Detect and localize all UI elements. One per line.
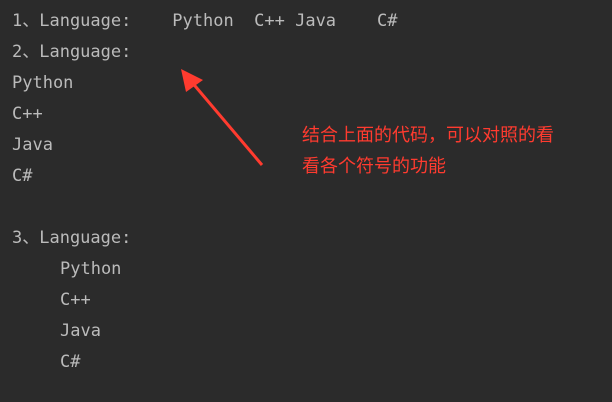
console-output-panel: 1、Language: Python C++ Java C# 2、Languag…: [0, 0, 612, 402]
output-line-2: 2、Language:: [12, 42, 132, 62]
output-line-9: Python: [60, 259, 122, 279]
output-line-1: 1、Language: Python C++ Java C#: [12, 11, 398, 31]
output-line-11: Java: [60, 321, 101, 341]
output-line-5: Java: [12, 135, 53, 155]
output-line-12: C#: [60, 352, 81, 372]
output-line-4: C++: [12, 104, 43, 124]
output-line-3: Python: [12, 73, 74, 93]
annotation-line-1: 结合上面的代码，可以对照的看: [302, 125, 554, 146]
output-line-6: C#: [12, 166, 33, 186]
output-line-10: C++: [60, 290, 91, 310]
output-line-8: 3、Language:: [12, 228, 132, 248]
annotation-note: 结合上面的代码，可以对照的看 看各个符号的功能: [302, 120, 602, 182]
annotation-line-2: 看各个符号的功能: [302, 156, 446, 177]
